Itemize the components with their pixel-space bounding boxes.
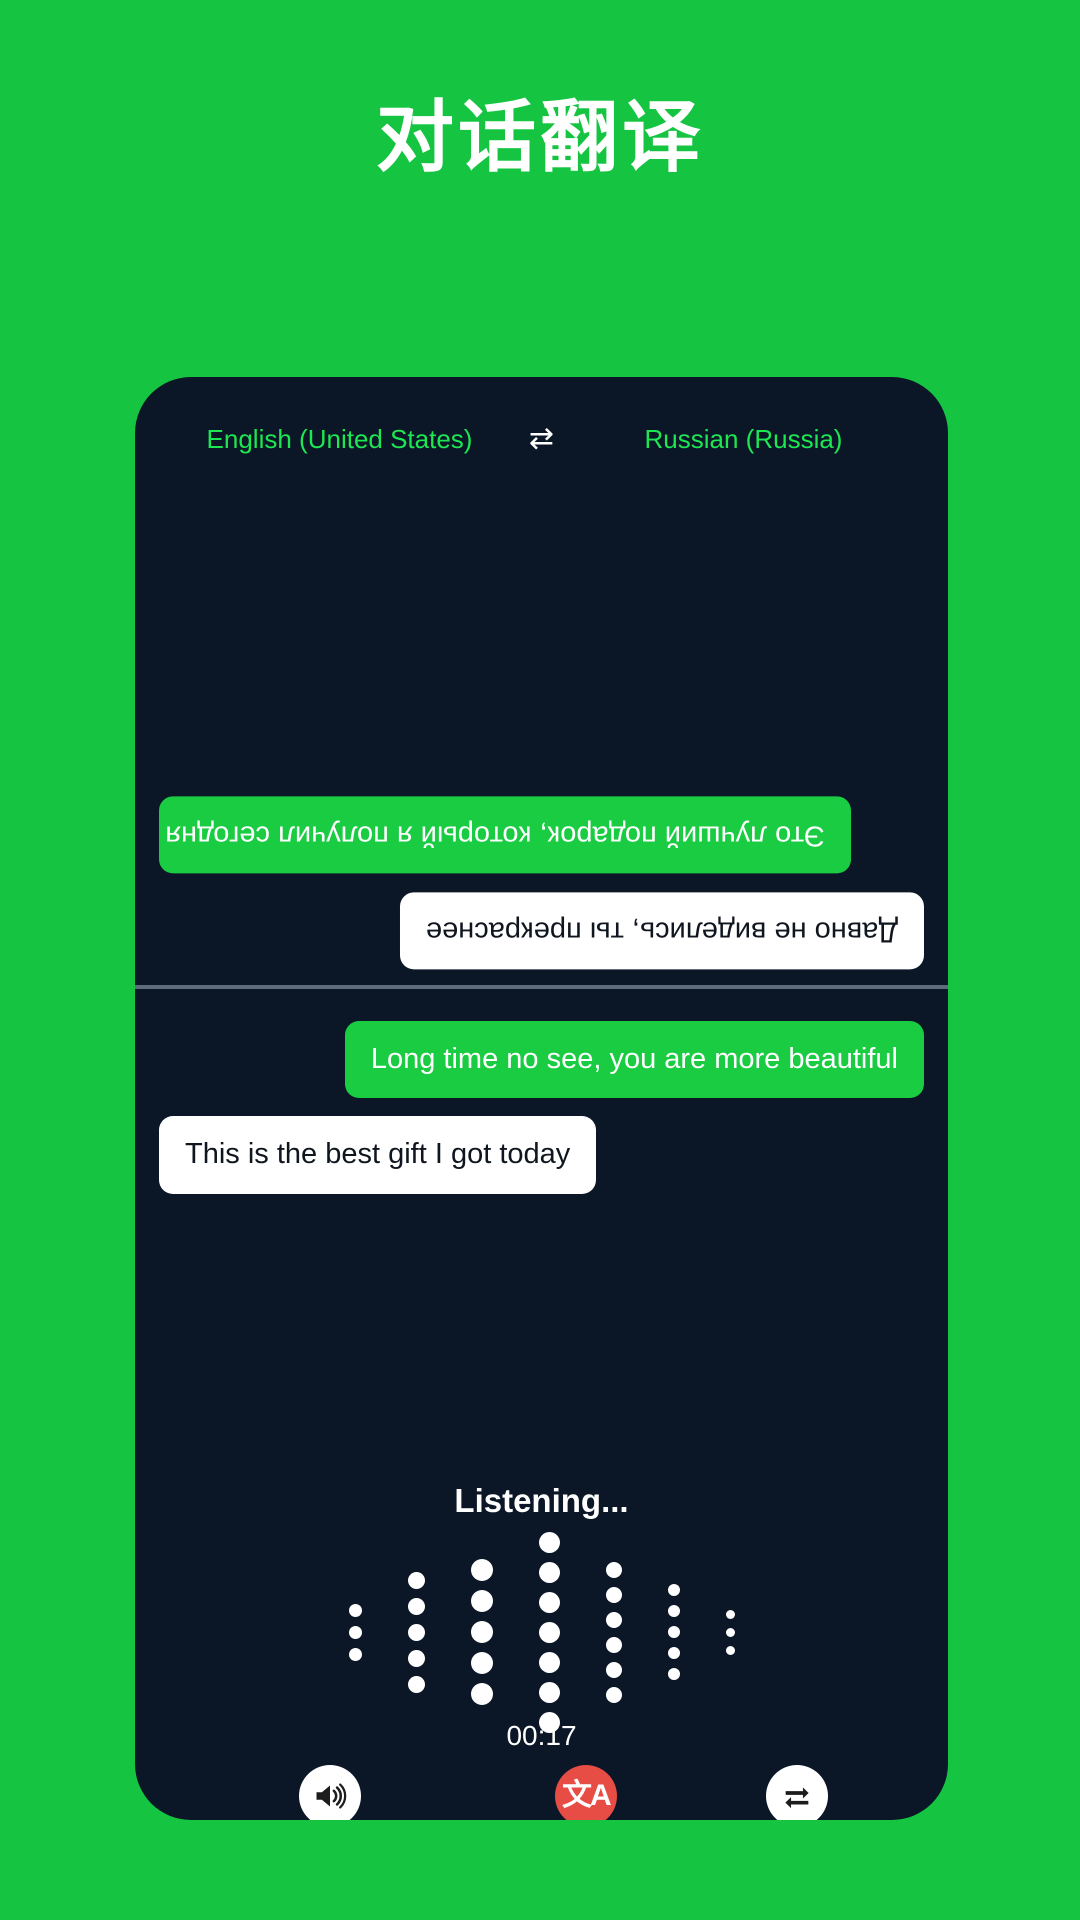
phone-frame: English (United States) ⇄ Russian (Russi… [135,377,948,1820]
waveform-dot [470,1683,493,1705]
waveform-dot [605,1636,622,1653]
audio-waveform-visualizer [135,1531,948,1733]
message-bubble[interactable]: Это лучший подарок, который я получил се… [159,796,851,874]
waveform-dot [725,1627,735,1637]
translate-icon: 文A [554,1765,617,1820]
waveform-dot [538,1651,560,1673]
speaker-on-icon [299,1765,362,1820]
waveform-dot [407,1571,425,1589]
waveform-dot [407,1675,425,1693]
speaker-button[interactable]: Speaker is on [245,1765,416,1820]
waveform-dot [605,1561,622,1578]
waveform-dot [605,1661,622,1678]
page-title: 对话翻译 [375,93,704,181]
waveform-dot [725,1645,735,1655]
recording-timer: 00:17 [506,1720,577,1751]
waveform-dot [407,1623,425,1641]
waveform-dot [348,1647,362,1661]
listening-status: Listening... [454,1482,629,1519]
waveform-dot [470,1621,493,1643]
waveform-dot [725,1609,735,1619]
waveform-dot [538,1621,560,1643]
swap-horizontal-icon[interactable]: ⇄ [522,424,562,454]
waveform-column [538,1531,560,1733]
waveform-column [667,1584,680,1680]
waveform-dot [538,1591,560,1613]
waveform-dot [605,1686,622,1703]
waveform-dot [407,1597,425,1615]
control-bar: Speaker is on 文A Quit Toggle [135,1765,948,1820]
waveform-dot [538,1561,560,1583]
waveform-column [470,1559,493,1705]
waveform-dot [667,1626,680,1638]
conversation-pane-top[interactable]: Это лучший подарок, который я получил се… [135,477,948,987]
waveform-dot [667,1668,680,1680]
toggle-button[interactable]: Toggle [756,1765,839,1820]
waveform-dot [348,1603,362,1617]
waveform-dot [538,1681,560,1703]
waveform-dot [348,1625,362,1639]
message-bubble[interactable]: Long time no see, you are more beautiful [344,1021,924,1099]
pane-divider [135,985,948,989]
swap-repeat-icon [766,1765,829,1820]
waveform-dot [667,1584,680,1596]
waveform-dot [667,1647,680,1659]
waveform-dot [605,1611,622,1628]
message-bubble[interactable]: This is the best gift I got today [159,1116,597,1194]
waveform-column [725,1609,735,1655]
source-language-selector[interactable]: English (United States) [190,424,490,455]
waveform-column [605,1561,622,1703]
message-row: Это лучший подарок, который я получил се… [159,796,924,874]
waveform-dot [470,1559,493,1581]
waveform-dot [538,1531,560,1553]
waveform-dot [470,1590,493,1612]
waveform-dot [667,1605,680,1617]
target-language-selector[interactable]: Russian (Russia) [594,424,894,455]
waveform-column [348,1603,362,1661]
waveform-dot [605,1586,622,1603]
message-row: This is the best gift I got today [159,1116,924,1194]
quit-button[interactable]: 文A Quit [554,1765,617,1820]
waveform-column [407,1571,425,1693]
message-row: Long time no see, you are more beautiful [159,1021,924,1099]
waveform-dot [407,1649,425,1667]
waveform-dot [470,1652,493,1674]
message-bubble[interactable]: Давно не виделись, ты прекраснее [400,891,924,969]
language-bar: English (United States) ⇄ Russian (Russi… [135,419,948,459]
conversation-pane-bottom[interactable]: Long time no see, you are more beautiful… [135,993,948,1323]
message-row: Давно не виделись, ты прекраснее [159,891,924,969]
